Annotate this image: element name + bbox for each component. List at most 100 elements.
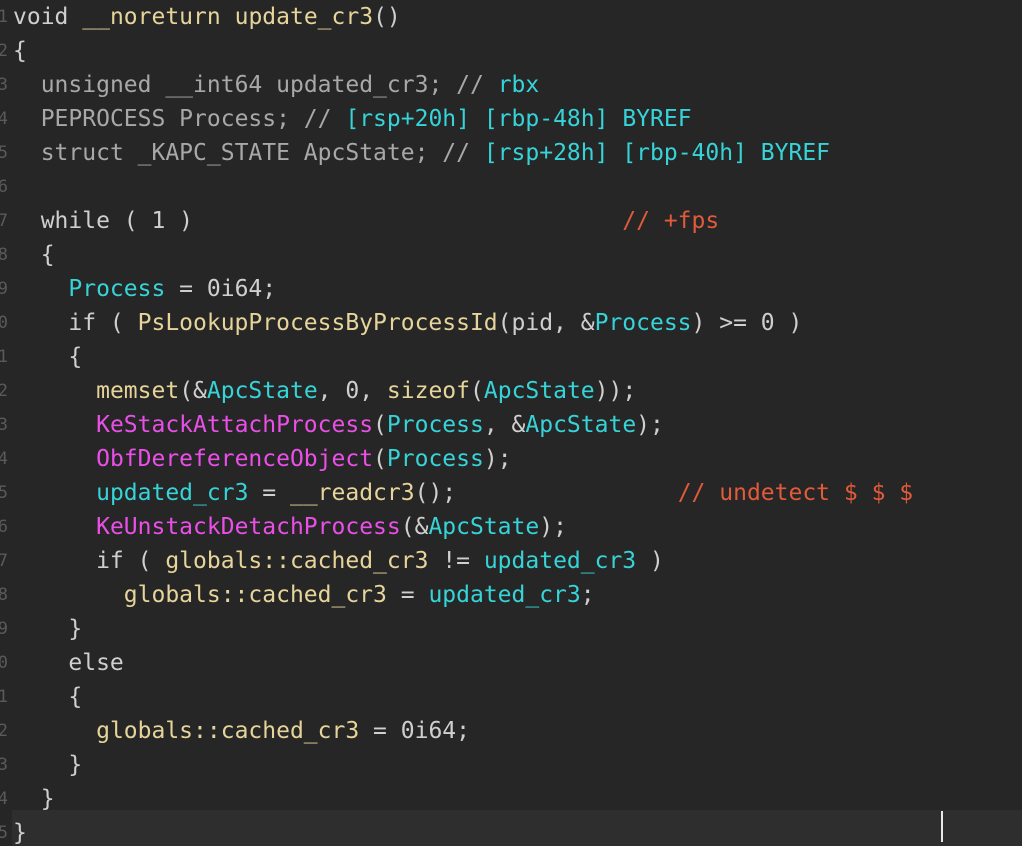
text-caret (941, 811, 943, 842)
code-line[interactable]: void __noreturn update_cr3() (13, 0, 401, 34)
line-number: 5 (0, 823, 8, 843)
code-token-default: { (13, 38, 27, 64)
code-token-default: (pid, & (497, 310, 595, 336)
code-token-default: ( (470, 378, 484, 404)
code-token-default (13, 378, 96, 404)
code-token-function: PsLookupProcessByProcessId (137, 310, 498, 336)
line-number: 1 (0, 7, 8, 27)
pseudocode-editor[interactable]: 1 2 3 4 5 6 7 8 9 0 1 2 3 4 5 6 7 8 9 0 1 2 3 4 5 void __noretur… (0, 0, 1022, 846)
code-token-default: (& (179, 378, 207, 404)
code-line[interactable]: ObfDereferenceObject(Process); (13, 442, 512, 476)
line-number: 3 (0, 75, 8, 95)
line-number: 1 (0, 687, 8, 707)
code-token-import-fn: KeUnstackDetachProcess (96, 514, 401, 540)
code-line[interactable]: } (13, 748, 82, 782)
code-line[interactable]: { (13, 680, 82, 714)
code-token-default (456, 480, 678, 506)
code-line[interactable]: struct _KAPC_STATE ApcState; // [rsp+28h… (13, 136, 830, 170)
code-token-comment-gray: ; // (428, 72, 498, 98)
code-line[interactable]: } (13, 612, 82, 646)
code-token-default (13, 718, 96, 744)
code-line[interactable]: while ( 1 ) // +fps (13, 204, 720, 238)
code-token-comment-gray: unsigned __int64 (40, 72, 263, 98)
code-token-default: = (248, 480, 290, 506)
code-token-function: __readcr3 (289, 480, 415, 506)
code-line[interactable]: if ( globals::cached_cr3 != updated_cr3 … (13, 544, 664, 578)
code-token-variable: Process (68, 276, 166, 302)
line-number: 3 (0, 755, 8, 775)
code-token-variable: updated_cr3 (96, 480, 249, 506)
line-number: 7 (0, 551, 8, 571)
code-line[interactable]: else (13, 646, 123, 680)
code-line[interactable]: { (13, 340, 82, 374)
code-line[interactable]: updated_cr3 = __readcr3(); // undetect $… (13, 476, 913, 510)
code-line[interactable]: if ( PsLookupProcessByProcessId(pid, &Pr… (13, 306, 802, 340)
line-number: 2 (0, 381, 8, 401)
code-token-comment-cyan: BYREF (746, 140, 831, 166)
code-token-default (262, 72, 276, 98)
code-token-variable: ApcState (525, 412, 637, 438)
code-line[interactable]: KeStackAttachProcess(Process, &ApcState)… (13, 408, 664, 442)
code-token-comment-red: // undetect $ $ $ (677, 480, 914, 506)
code-line[interactable]: globals::cached_cr3 = 0i64; (13, 714, 470, 748)
line-number: 9 (0, 279, 8, 299)
code-token-default: ( (373, 446, 387, 472)
code-token-function: __noreturn (82, 4, 221, 30)
code-token-function: sizeof (386, 378, 471, 404)
code-token-comment-gray: ; // (276, 106, 346, 132)
line-number: 5 (0, 143, 8, 163)
code-token-default: } (13, 820, 27, 846)
line-number: 4 (0, 449, 8, 469)
code-token-comment-cyan: BYREF (608, 106, 692, 132)
code-token-function: globals::cached_cr3 (165, 548, 429, 574)
code-token-default: ; (580, 582, 595, 608)
code-token-default: ); (539, 514, 567, 540)
code-line[interactable]: Process = 0i64; (13, 272, 276, 306)
code-token-default (13, 276, 68, 302)
code-token-import-fn: ObfDereferenceObject (96, 446, 374, 472)
code-line[interactable]: unsigned __int64 updated_cr3; // rbx (13, 68, 540, 102)
code-token-default: } (13, 752, 83, 778)
code-token-default: ); (483, 446, 512, 472)
code-token-default: , & (483, 412, 526, 438)
code-line[interactable]: globals::cached_cr3 = updated_cr3; (13, 578, 595, 612)
code-token-default: } (13, 786, 55, 812)
code-token-comment-cyan: rbx (497, 72, 540, 98)
code-token-default: ) (636, 548, 664, 574)
code-token-keyword: void (13, 4, 69, 30)
code-line[interactable]: } (13, 816, 27, 846)
code-token-default (13, 412, 96, 438)
line-number: 5 (0, 483, 8, 503)
code-token-default: (& (400, 514, 429, 540)
code-line[interactable]: PEPROCESS Process; // [rsp+20h] [rbp-48h… (13, 102, 692, 136)
code-token-comment-gray: updated_cr3 (276, 72, 429, 98)
code-line[interactable]: { (13, 238, 55, 272)
code-token-variable: Process (386, 446, 484, 472)
code-token-comment-cyan: [rsp+28h] [rbp-40h] (483, 140, 747, 166)
line-number: 0 (0, 653, 8, 673)
code-token-default (13, 72, 41, 98)
code-area[interactable]: void __noreturn update_cr3(){ unsigned _… (13, 0, 1022, 846)
code-token-function: memset (96, 378, 180, 404)
code-token-function: globals::cached_cr3 (123, 582, 387, 608)
code-token-variable: Process (594, 310, 692, 336)
line-number: 7 (0, 211, 8, 231)
code-token-default: if ( (13, 310, 138, 336)
code-token-default (13, 140, 41, 166)
code-token-default (193, 208, 622, 234)
code-token-default: (); (414, 480, 457, 506)
code-line[interactable]: { (13, 34, 27, 68)
code-line[interactable]: memset(&ApcState, 0, sizeof(ApcState)); (13, 374, 636, 408)
code-line[interactable]: } (13, 782, 55, 816)
code-token-default: ( (373, 412, 387, 438)
code-line[interactable]: KeUnstackDetachProcess(&ApcState); (13, 510, 567, 544)
line-number: 3 (0, 415, 8, 435)
code-token-default: = 0i64; (359, 718, 470, 744)
line-number: 1 (0, 347, 8, 367)
code-token-default (68, 4, 82, 30)
code-token-default (13, 480, 96, 506)
code-token-default: while ( 1 ) (13, 208, 194, 234)
code-token-function: update_cr3 (234, 4, 374, 30)
code-token-default: } (13, 616, 83, 642)
line-number: 9 (0, 619, 8, 639)
